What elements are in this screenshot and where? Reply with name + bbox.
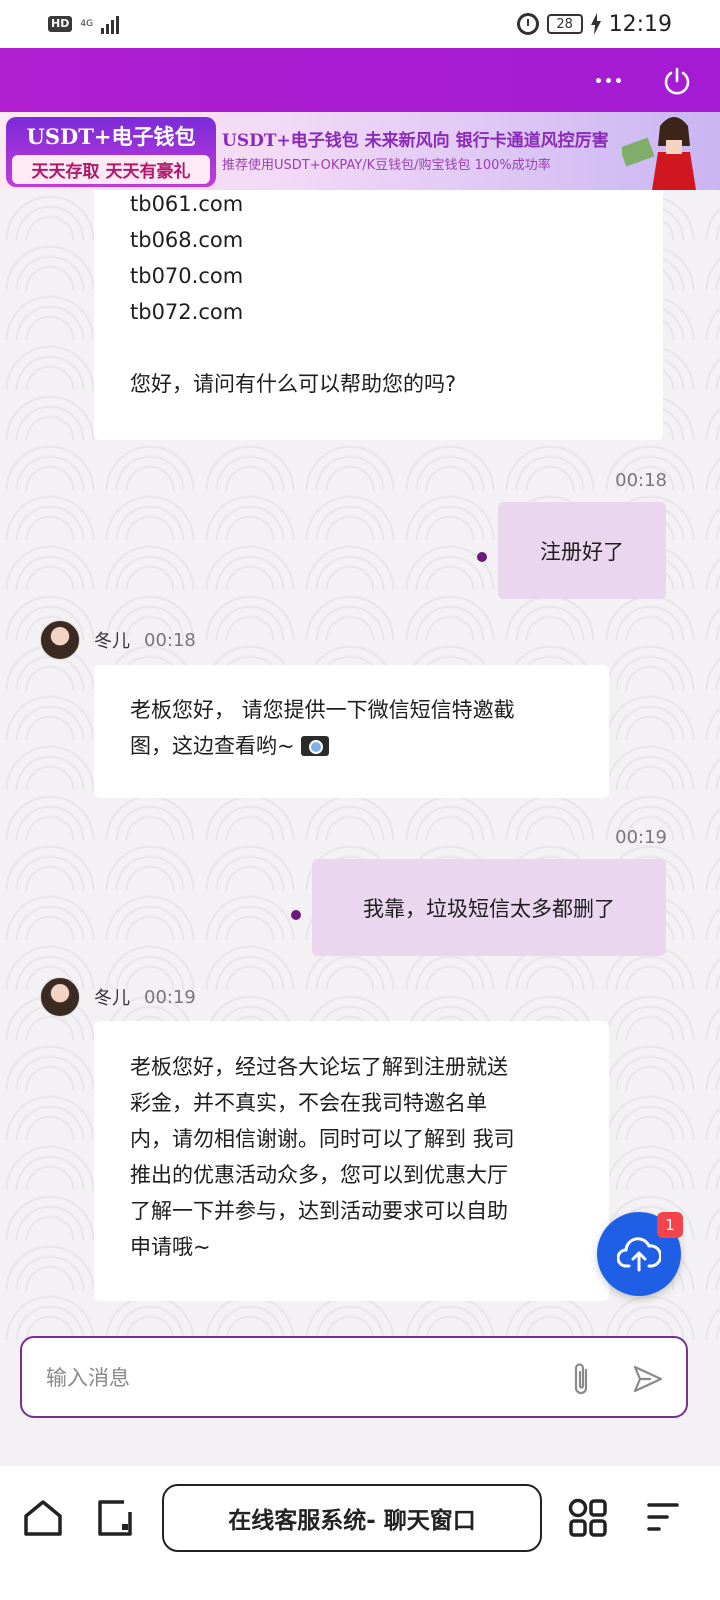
chat-window-title-button[interactable]: 在线客服系统- 聊天窗口 bbox=[162, 1484, 542, 1552]
message-time: 00:18 bbox=[144, 629, 196, 651]
banner-badge-title: USDT+电子钱包 bbox=[26, 124, 196, 149]
window-icon[interactable] bbox=[96, 1498, 134, 1538]
status-left: HD 4G bbox=[48, 14, 120, 34]
cloud-upload-icon bbox=[617, 1237, 661, 1272]
message-time: 00:19 bbox=[144, 986, 196, 1008]
camera-icon bbox=[300, 736, 329, 756]
status-dot bbox=[291, 910, 301, 920]
status-dot bbox=[477, 552, 487, 562]
domain-line: tb061.com bbox=[130, 192, 244, 216]
attachment-icon[interactable] bbox=[568, 1360, 594, 1398]
user-message-text: 注册好了 bbox=[540, 539, 624, 564]
more-icon[interactable] bbox=[588, 68, 628, 92]
user-message-text: 我靠，垃圾短信太多都删了 bbox=[363, 896, 615, 921]
charging-icon bbox=[590, 13, 601, 35]
notification-badge: 1 bbox=[657, 1212, 683, 1238]
sender-row: 冬儿 00:19 bbox=[40, 977, 196, 1017]
hd-icon: HD bbox=[48, 16, 73, 32]
power-icon[interactable] bbox=[662, 66, 692, 96]
banner-badge: USDT+电子钱包 天天存取 天天有豪礼 bbox=[6, 117, 216, 187]
banner-model-image bbox=[622, 117, 696, 190]
banner-badge-sub: 天天存取 天天有豪礼 bbox=[12, 155, 210, 184]
agent-message-text: 了解一下并参与，达到活动要求可以自助 bbox=[130, 1199, 508, 1223]
message-composer bbox=[20, 1336, 688, 1418]
app-header bbox=[0, 48, 720, 112]
status-bar: HD 4G 28 12:19 bbox=[0, 0, 720, 48]
greeting-text: 您好，请问有什么可以帮助您的吗? bbox=[130, 372, 457, 396]
alarm-icon bbox=[516, 13, 539, 35]
avatar[interactable] bbox=[40, 620, 80, 660]
send-icon[interactable] bbox=[632, 1364, 664, 1394]
network-type: 4G bbox=[80, 18, 94, 29]
sender-name: 冬儿 bbox=[94, 988, 130, 1009]
promo-banner[interactable]: USDT+电子钱包 天天存取 天天有豪礼 USDT+电子钱包 未来新风向 银行卡… bbox=[0, 112, 720, 190]
agent-message-text: 老板您好， 请您提供一下微信短信特邀截 bbox=[130, 698, 515, 722]
user-message-bubble: 我靠，垃圾短信太多都删了 bbox=[312, 859, 666, 956]
user-message-bubble: 注册好了 bbox=[498, 502, 666, 599]
grid-icon[interactable] bbox=[568, 1498, 608, 1538]
agent-message-text: 彩金，并不真实，不会在我司特邀名单 bbox=[130, 1091, 487, 1115]
agent-message-text: 内，请勿相信谢谢。同时可以了解到 我司 bbox=[130, 1127, 515, 1151]
sender-row: 冬儿 00:18 bbox=[40, 620, 196, 660]
agent-message-text: 推出的优惠活动众多，您可以到优惠大厅 bbox=[130, 1163, 508, 1187]
agent-message-bubble: 老板您好， 请您提供一下微信短信特邀截 图，这边查看哟~ bbox=[94, 665, 609, 798]
bottom-nav: 在线客服系统- 聊天窗口 bbox=[0, 1466, 720, 1600]
domain-line: tb070.com bbox=[130, 264, 244, 288]
signal-icon bbox=[101, 14, 120, 34]
domain-line: tb068.com bbox=[130, 228, 244, 252]
menu-icon[interactable] bbox=[645, 1500, 681, 1534]
message-time: 00:18 bbox=[615, 470, 667, 491]
banner-subtitle: 推荐使用USDT+OKPAY/K豆钱包/购宝钱包 100%成功率 bbox=[222, 158, 551, 173]
agent-message-text: 申请哦~ bbox=[130, 1235, 211, 1259]
battery-icon: 28 bbox=[546, 14, 583, 34]
home-icon[interactable] bbox=[22, 1498, 64, 1538]
agent-message-text: 图，这边查看哟~ bbox=[130, 734, 295, 758]
banner-title: USDT+电子钱包 未来新风向 银行卡通道风控厉害 bbox=[222, 131, 609, 151]
agent-message-bubble: tb061.com tb068.com tb070.com tb072.com … bbox=[94, 190, 663, 440]
status-time: 12:19 bbox=[608, 11, 672, 37]
upload-button[interactable]: 1 bbox=[597, 1212, 683, 1296]
sender-name: 冬儿 bbox=[94, 631, 130, 652]
status-right: 28 12:19 bbox=[516, 11, 672, 37]
message-time: 00:19 bbox=[615, 827, 667, 848]
agent-message-text: 老板您好，经过各大论坛了解到注册就送 bbox=[130, 1055, 508, 1079]
agent-message-bubble: 老板您好，经过各大论坛了解到注册就送 彩金，并不真实，不会在我司特邀名单 内，请… bbox=[94, 1021, 609, 1301]
chat-area[interactable]: tb061.com tb068.com tb070.com tb072.com … bbox=[0, 190, 720, 1340]
domain-line: tb072.com bbox=[130, 300, 244, 324]
message-input[interactable] bbox=[46, 1356, 546, 1400]
avatar[interactable] bbox=[40, 977, 80, 1017]
